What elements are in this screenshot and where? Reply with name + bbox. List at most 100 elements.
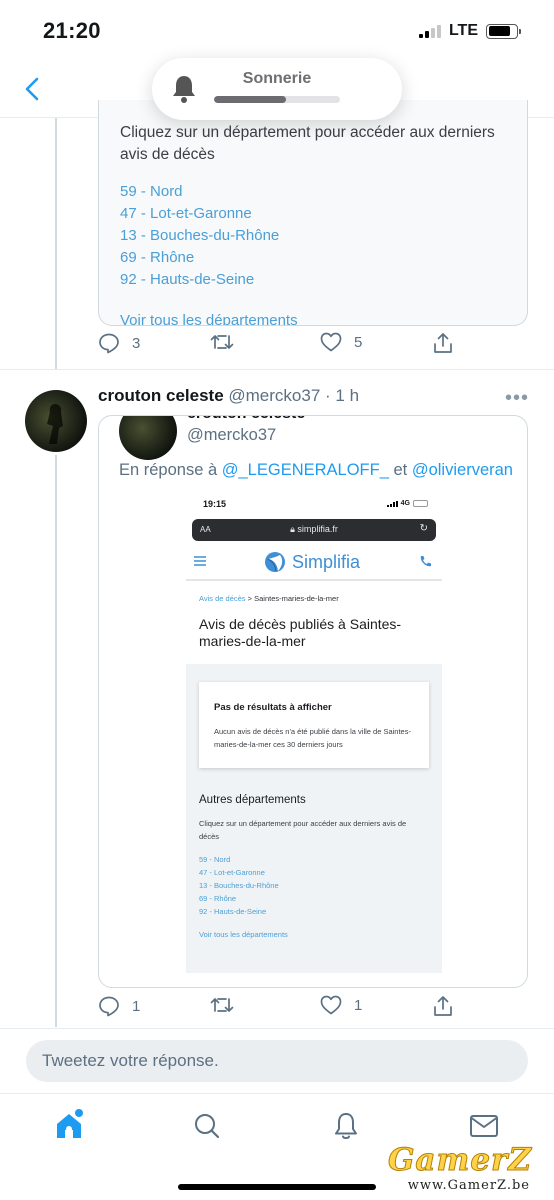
heart-icon (320, 332, 342, 352)
search-icon (195, 1114, 220, 1139)
department-link: 92 - Hauts-de-Seine (199, 907, 267, 916)
notification-dot (75, 1109, 83, 1117)
reply-icon (99, 333, 119, 354)
no-results-title: Pas de résultats à afficher (214, 702, 332, 713)
author-name[interactable]: crouton celeste (98, 386, 224, 405)
tab-messages[interactable] (466, 1108, 502, 1144)
status-time: 21:20 (43, 18, 101, 43)
reply-count: 1 (132, 997, 141, 1015)
reply-context: En réponse à @_LEGENERALOFF_ et @olivier… (119, 461, 513, 480)
mention-link[interactable]: @_LEGENERALOFF_ (222, 461, 389, 479)
reply-count: 3 (132, 334, 141, 352)
department-link[interactable]: 47 - Lot-et-Garonne (120, 203, 279, 225)
thread-line (55, 455, 57, 1027)
see-all-departments-link: Voir tous les départements (199, 930, 288, 939)
reply-icon (99, 996, 119, 1017)
site-logo: Simplifia (264, 551, 360, 573)
status-bar: 21:20 LTE (0, 0, 554, 60)
department-link[interactable]: 13 - Bouches-du-Rhône (120, 225, 279, 247)
simplifia-logo-icon (265, 552, 285, 572)
department-list: 59 - Nord 47 - Lot-et-Garonne 13 - Bouch… (120, 181, 279, 291)
more-options-icon[interactable]: ••• (505, 387, 529, 410)
other-departments-intro: Cliquez sur un département pour accéder … (199, 819, 407, 841)
battery-icon (486, 23, 521, 39)
screenshot-time: 19:15 (203, 499, 227, 509)
reply-button[interactable]: 1 (98, 995, 140, 1017)
breadcrumb-current: > Saintes-maries-de-la-mer (245, 594, 339, 603)
home-indicator (178, 1184, 376, 1190)
screenshot-department-list: 59 - Nord 47 - Lot-et-Garonne 13 - Bouch… (199, 853, 279, 918)
avatar[interactable] (25, 390, 87, 452)
notifications-icon (335, 1113, 357, 1139)
department-link[interactable]: 92 - Hauts-de-Seine (120, 269, 279, 291)
reply-joiner: et (393, 461, 408, 479)
messages-icon (470, 1115, 498, 1137)
quoted-tweet[interactable]: crouton celeste @mercko37 En réponse à @… (98, 415, 528, 988)
domain-text: simplifia.fr (297, 524, 338, 534)
department-link[interactable]: 59 - Nord (120, 181, 279, 203)
watermark-logo: GamerZ (387, 1142, 532, 1179)
tweet-actions: 3 5 (98, 332, 478, 362)
like-count: 5 (354, 333, 363, 351)
author-meta: @mercko37 · 1 h (228, 386, 360, 405)
network-type: LTE (448, 22, 478, 39)
retweet-button[interactable] (210, 995, 246, 1015)
no-results-text: Aucun avis de décès n'a été publié dans … (214, 727, 411, 749)
site-brand: Simplifia (292, 551, 361, 572)
ringer-volume-bar (214, 96, 340, 103)
bell-icon (173, 76, 195, 103)
reply-placeholder: Tweetez votre réponse. (42, 1051, 219, 1070)
department-link: 69 - Rhône (199, 894, 237, 903)
reply-input[interactable]: Tweetez votre réponse. (26, 1040, 528, 1082)
heart-icon (320, 995, 342, 1015)
screenshot-status-bar: 19:15 4G (186, 491, 442, 517)
share-button[interactable] (432, 995, 454, 1017)
department-link[interactable]: 69 - Rhône (120, 247, 279, 269)
watermark-url: www.GamerZ.be (407, 1178, 530, 1193)
link-card[interactable]: Cliquez sur un département pour accéder … (98, 100, 528, 326)
attached-screenshot[interactable]: 19:15 4G AA 🔒︎ simplifia.fr ↻ Simplifia … (186, 491, 442, 973)
signal-icon (418, 24, 441, 38)
see-all-departments-link[interactable]: Voir tous les départements (120, 312, 298, 325)
retweet-icon (210, 335, 234, 349)
ringer-volume-hud: Sonnerie (152, 58, 402, 120)
screenshot-url-bar: AA 🔒︎ simplifia.fr ↻ (192, 519, 436, 541)
watermark: GamerZ www.GamerZ.be (366, 1142, 536, 1200)
card-intro-text: Cliquez sur un département pour accéder … (120, 124, 495, 163)
share-icon (434, 996, 452, 1016)
tab-notifications[interactable] (328, 1108, 364, 1144)
department-link: 59 - Nord (199, 855, 231, 864)
no-results-box: Pas de résultats à afficher Aucun avis d… (199, 682, 429, 768)
phone-icon (420, 556, 431, 567)
like-count: 1 (354, 996, 363, 1014)
quote-author-name: crouton celeste (187, 416, 305, 423)
screenshot-indicators: 4G (386, 500, 428, 507)
screenshot-page-title: Avis de décès publiés à Saintes-maries-d… (199, 616, 402, 649)
reply-button[interactable]: 3 (98, 332, 140, 354)
retweet-button[interactable] (210, 332, 246, 352)
other-departments-title: Autres départements (199, 794, 306, 806)
like-button[interactable]: 5 (320, 332, 362, 352)
like-button[interactable]: 1 (320, 995, 362, 1015)
quote-author-handle: @mercko37 (187, 426, 277, 444)
screenshot-site-header: Simplifia (186, 545, 442, 581)
mention-link[interactable]: @olivierveran (412, 461, 513, 479)
retweet-icon (210, 998, 234, 1012)
share-button[interactable] (432, 332, 454, 354)
thread-line (55, 118, 57, 370)
department-link: 13 - Bouches-du-Rhône (199, 881, 279, 890)
screenshot-network: 4G (400, 500, 410, 507)
tab-search[interactable] (189, 1108, 225, 1144)
ringer-label: Sonnerie (242, 70, 312, 87)
tweet-divider (0, 369, 554, 370)
back-button[interactable] (18, 72, 46, 106)
reload-icon: ↻ (419, 523, 428, 534)
screenshot-content-area: Pas de résultats à afficher Aucun avis d… (186, 664, 442, 973)
hamburger-menu-icon (194, 556, 206, 566)
tweet-actions: 1 1 (98, 995, 478, 1025)
avatar-silhouette-icon (47, 404, 63, 444)
battery-icon (413, 500, 428, 507)
tweet-header: crouton celeste @mercko37 · 1 h (98, 386, 359, 406)
tab-home[interactable] (51, 1108, 87, 1144)
tweet-divider (0, 1028, 554, 1029)
